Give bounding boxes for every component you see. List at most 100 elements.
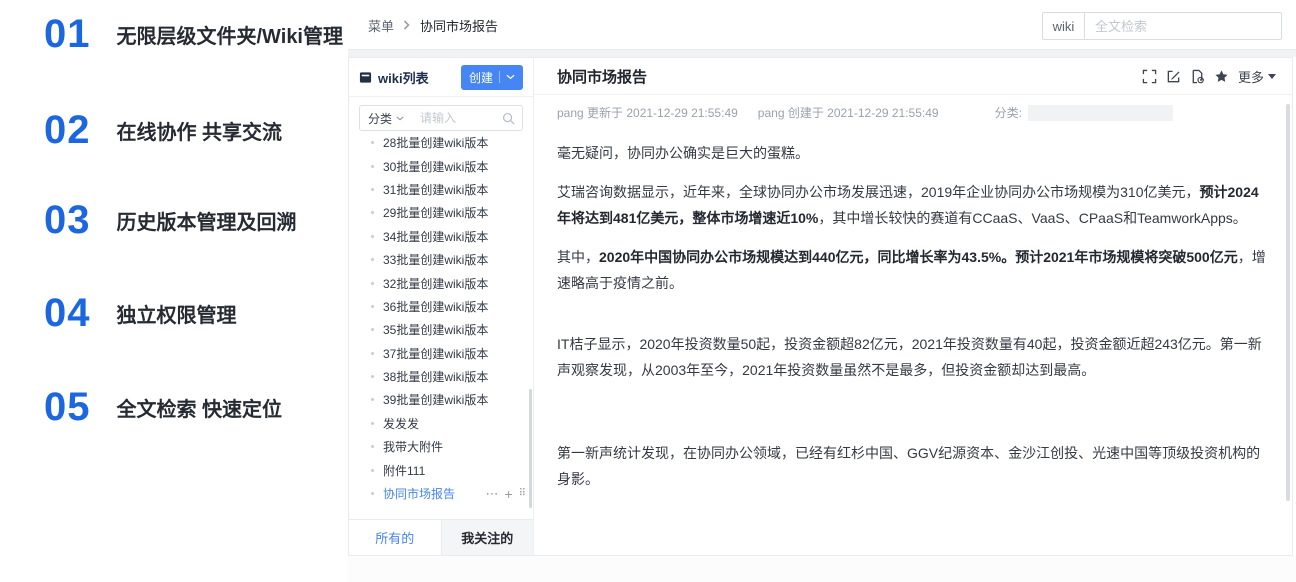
doc-text: IT桔子显示，2020年投资数量50起，投资金额超82亿元，2021年投资数量有… bbox=[557, 336, 1262, 378]
bullet-icon bbox=[371, 165, 374, 168]
doc-meta: pang 更新于 2021-12-29 21:55:49 pang 创建于 20… bbox=[534, 95, 1292, 121]
search-icon[interactable] bbox=[502, 112, 515, 125]
wiki-item-label: 38批量创建wiki版本 bbox=[383, 368, 488, 385]
bullet-icon bbox=[371, 328, 374, 331]
doc-header: 协同市场报告 更多 bbox=[534, 58, 1292, 95]
wiki-list-item[interactable]: 附件111 bbox=[349, 458, 533, 481]
wiki-item-label: 我带大附件 bbox=[383, 438, 443, 455]
star-icon[interactable] bbox=[1214, 69, 1229, 84]
fulltext-search-input[interactable] bbox=[1085, 13, 1281, 39]
feature-number: 02 bbox=[44, 106, 91, 154]
wiki-item-label: 32批量创建wiki版本 bbox=[383, 275, 488, 292]
doc-text: 毫无疑问，协同办公确实是巨大的蛋糕。 bbox=[557, 145, 809, 161]
feature-number: 03 bbox=[44, 196, 91, 244]
doc-text: 艾瑞咨询数据显示，近年来，全球协同办公市场发展迅速，2019年企业协同办公市场规… bbox=[557, 184, 1200, 200]
bullet-icon bbox=[371, 188, 374, 191]
bullet-icon bbox=[371, 305, 374, 308]
row-actions: ⋯ + ⠿ bbox=[485, 487, 533, 501]
wiki-list-item[interactable]: 35批量创建wiki版本 bbox=[349, 318, 533, 341]
wiki-list-item[interactable]: 38批量创建wiki版本 bbox=[349, 365, 533, 388]
panel-tabs: 所有的我关注的 bbox=[349, 519, 533, 555]
doc-actions: 更多 bbox=[1142, 67, 1276, 86]
bullet-icon bbox=[371, 282, 374, 285]
list-search-input[interactable] bbox=[412, 111, 502, 125]
doc-paragraph: IT桔子显示，2020年投资数量50起，投资金额超82亿元，2021年投资数量有… bbox=[557, 331, 1270, 383]
bullet-icon bbox=[371, 422, 374, 425]
wiki-list: 28批量创建wiki版本30批量创建wiki版本 31批量创建wiki版本 29批量… bbox=[349, 131, 533, 519]
wiki-item-label: 33批量创建wiki版本 bbox=[383, 251, 488, 268]
caret-down-icon bbox=[1268, 74, 1276, 79]
category-dropdown-label: 分类 bbox=[368, 110, 392, 127]
wiki-list-item[interactable]: 32批量创建wiki版本 bbox=[349, 271, 533, 294]
list-scrollbar[interactable] bbox=[529, 389, 532, 508]
wiki-list-item[interactable]: 36批量创建wiki版本 bbox=[349, 295, 533, 318]
doc-panel: 协同市场报告 更多 pang 更新于 2021-12-29 21:55:49 p… bbox=[534, 58, 1292, 555]
wiki-item-label: 29批量创建wiki版本 bbox=[383, 204, 488, 221]
bullet-icon bbox=[371, 258, 374, 261]
bullet-icon bbox=[371, 141, 374, 144]
fullscreen-icon[interactable] bbox=[1142, 69, 1157, 84]
more-button-label: 更多 bbox=[1238, 67, 1264, 86]
feature-item: 05全文检索 快速定位 bbox=[44, 383, 282, 431]
background-strip-bottom bbox=[348, 556, 1296, 582]
wiki-list-item[interactable]: 29批量创建wiki版本 bbox=[349, 201, 533, 224]
wiki-list-item[interactable]: 30批量创建wiki版本 bbox=[349, 154, 533, 177]
list-filter: 分类 bbox=[359, 105, 523, 131]
wiki-list-item[interactable]: 33批量创建wiki版本 bbox=[349, 248, 533, 271]
more-button[interactable]: 更多 bbox=[1238, 67, 1276, 86]
wiki-item-label: 39批量创建wiki版本 bbox=[383, 391, 488, 408]
feature-number: 01 bbox=[44, 10, 91, 58]
bullet-icon bbox=[371, 375, 374, 378]
feature-label: 历史版本管理及回溯 bbox=[117, 206, 297, 235]
wiki-item-label: 31批量创建wiki版本 bbox=[383, 181, 488, 198]
add-icon[interactable]: + bbox=[504, 487, 512, 501]
breadcrumb: 菜单 协同市场报告 bbox=[368, 0, 498, 50]
export-icon[interactable] bbox=[1190, 69, 1205, 84]
feature-number: 04 bbox=[44, 289, 91, 337]
wiki-item-label: 36批量创建wiki版本 bbox=[383, 298, 488, 315]
drag-handle-icon[interactable]: ⠿ bbox=[519, 489, 525, 499]
wiki-list-item[interactable]: 39批量创建wiki版本 bbox=[349, 388, 533, 411]
category-dropdown[interactable]: 分类 bbox=[360, 110, 412, 127]
more-icon[interactable]: ⋯ bbox=[485, 487, 498, 500]
wiki-list-panel: wiki列表 创建 分类 28批量创建w bbox=[349, 58, 534, 555]
topbar: 菜单 协同市场报告 wiki bbox=[348, 0, 1296, 50]
create-button-label: 创建 bbox=[469, 69, 493, 86]
feature-item: 03 历史版本管理及回溯 bbox=[44, 196, 297, 244]
panel-title: wiki列表 bbox=[378, 68, 429, 87]
wiki-item-label: 协同市场报告 bbox=[383, 485, 455, 502]
doc-text: ，其中增长较快的赛道有CCaaS、VaaS、CPaaS和TeamworkApps… bbox=[818, 210, 1246, 226]
wiki-card: wiki列表 创建 分类 28批量创建w bbox=[348, 57, 1293, 556]
create-button[interactable]: 创建 bbox=[461, 65, 523, 90]
breadcrumb-current: 协同市场报告 bbox=[420, 16, 498, 35]
background-strip bbox=[348, 50, 1296, 57]
content-scrollbar[interactable] bbox=[1286, 104, 1290, 501]
meta-category-value bbox=[1028, 105, 1173, 121]
wiki-list-item[interactable]: 28批量创建wiki版本 bbox=[349, 131, 533, 154]
bullet-icon bbox=[371, 492, 374, 495]
bullet-icon bbox=[371, 235, 374, 238]
tab-followed[interactable]: 我关注的 bbox=[441, 520, 534, 555]
wiki-list-item[interactable]: 31批量创建wiki版本 bbox=[349, 178, 533, 201]
tab-all[interactable]: 所有的 bbox=[349, 520, 441, 555]
meta-created: pang 创建于 2021-12-29 21:55:49 bbox=[758, 104, 939, 121]
button-divider bbox=[499, 71, 500, 83]
wiki-item-label: 附件111 bbox=[383, 462, 425, 479]
wiki-list-item[interactable]: 37批量创建wiki版本 bbox=[349, 342, 533, 365]
feature-label: 独立权限管理 bbox=[117, 299, 237, 328]
wiki-list-item[interactable]: 34批量创建wiki版本 bbox=[349, 225, 533, 248]
wiki-list-item[interactable]: 我带大附件 bbox=[349, 435, 533, 458]
doc-paragraph: 艾瑞咨询数据显示，近年来，全球协同办公市场发展迅速，2019年企业协同办公市场规… bbox=[557, 179, 1270, 231]
chevron-right-icon bbox=[403, 20, 411, 30]
search-scope-selector[interactable]: wiki bbox=[1043, 13, 1085, 39]
chevron-down-icon bbox=[396, 116, 404, 121]
bullet-icon bbox=[371, 352, 374, 355]
breadcrumb-root[interactable]: 菜单 bbox=[368, 16, 394, 35]
wiki-item-label: 35批量创建wiki版本 bbox=[383, 321, 488, 338]
wiki-list-item[interactable]: 协同市场报告 ⋯ + ⠿ bbox=[349, 482, 533, 505]
feature-label: 在线协作 共享交流 bbox=[117, 116, 283, 145]
edit-icon[interactable] bbox=[1166, 69, 1181, 84]
doc-text: 其中， bbox=[557, 249, 599, 265]
feature-item: 01无限层级文件夹/Wiki管理 bbox=[44, 10, 343, 58]
wiki-list-item[interactable]: 发发发 bbox=[349, 412, 533, 435]
